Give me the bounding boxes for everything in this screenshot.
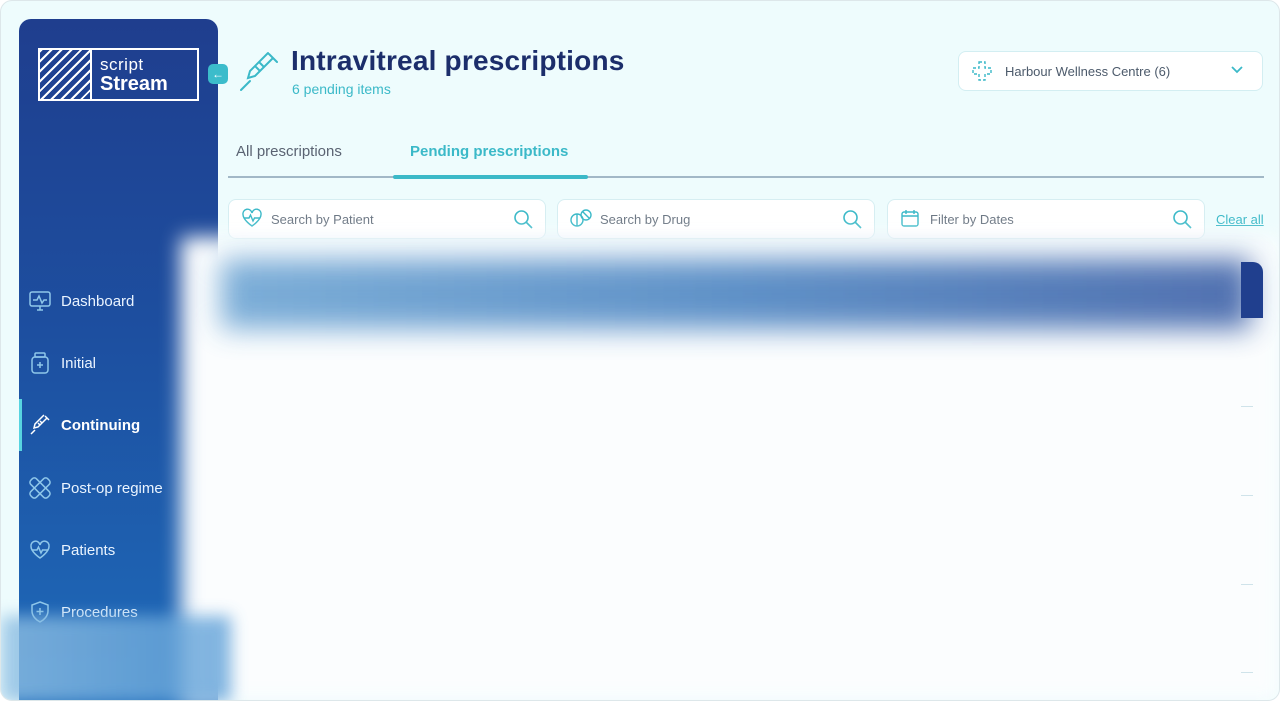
sidebar-item-label: Post-op regime: [61, 479, 163, 497]
drug-search-placeholder: Search by Drug: [600, 211, 691, 227]
heart-pulse-icon: [241, 208, 263, 230]
table-header-edge: [1241, 262, 1263, 318]
redacted-table-area: [181, 237, 1279, 700]
tab-pending-prescriptions[interactable]: Pending prescriptions: [410, 143, 568, 160]
logo-text: script Stream: [92, 50, 168, 99]
sidebar-item-label: Initial: [61, 354, 97, 372]
brand-logo[interactable]: script Stream: [38, 48, 199, 101]
clinic-select[interactable]: Harbour Wellness Centre (6): [958, 51, 1263, 91]
collapse-sidebar-button[interactable]: ←: [208, 64, 228, 84]
blurred-table-header: [221, 259, 1251, 329]
chevron-down-icon: [1230, 63, 1244, 80]
medicine-bottle-icon: [29, 352, 51, 374]
heart-pulse-icon: [29, 539, 51, 561]
blurred-sidebar-footer: [1, 616, 231, 700]
arrow-left-icon: ←: [212, 67, 224, 81]
app-window: script Stream Dashboard Initial Continui…: [0, 0, 1280, 701]
logo-line-1: script: [100, 55, 144, 74]
pills-icon: [570, 208, 592, 230]
logo-line-2: Stream: [100, 73, 168, 95]
tab-all-prescriptions[interactable]: All prescriptions: [236, 143, 342, 160]
logo-mark: [40, 50, 92, 99]
date-filter-field[interactable]: Filter by Dates: [887, 199, 1205, 239]
active-tab-indicator: [393, 175, 588, 179]
clear-all-link[interactable]: Clear all: [1216, 212, 1264, 227]
date-filter-placeholder: Filter by Dates: [930, 211, 1014, 227]
sidebar-item-label: Continuing: [61, 416, 141, 434]
drug-search-field[interactable]: Search by Drug: [557, 199, 875, 239]
monitor-pulse-icon: [29, 290, 51, 312]
syringe-icon: [29, 414, 51, 436]
table-row-dividers: [1241, 318, 1253, 700]
search-icon[interactable]: [513, 209, 533, 232]
patient-search-field[interactable]: Search by Patient: [228, 199, 546, 239]
pending-count: 6 pending items: [292, 81, 391, 97]
calendar-icon: [900, 208, 922, 230]
sidebar-item-label: Dashboard: [61, 292, 135, 310]
syringe-icon: [238, 51, 280, 93]
search-icon[interactable]: [1172, 209, 1192, 232]
page-title: Intravitreal prescriptions: [291, 45, 625, 76]
bandage-icon: [29, 477, 51, 499]
tabs-divider: [228, 176, 1264, 178]
patient-search-placeholder: Search by Patient: [271, 211, 374, 227]
sidebar-item-label: Patients: [61, 541, 116, 559]
clinic-select-value: Harbour Wellness Centre (6): [1005, 63, 1171, 79]
clinic-icon: [971, 60, 993, 82]
search-icon[interactable]: [842, 209, 862, 232]
